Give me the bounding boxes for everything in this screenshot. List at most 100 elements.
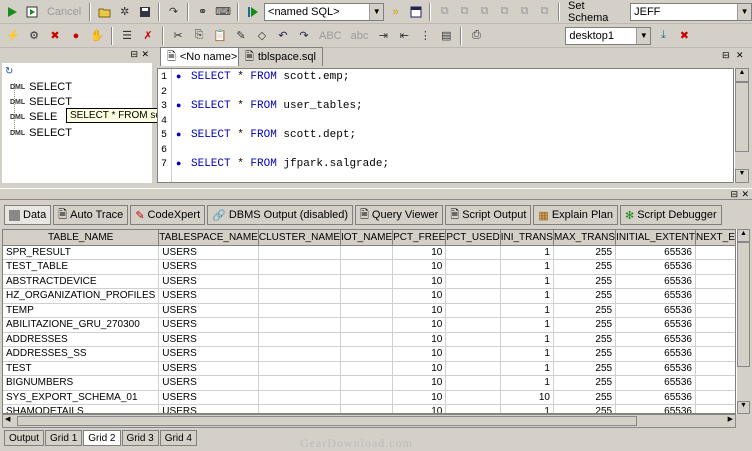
- table-cell[interactable]: [695, 375, 735, 391]
- tab-codexpert[interactable]: ✎ CodeXpert: [130, 205, 206, 225]
- tab-query-viewer[interactable]: 🗎 Query Viewer: [355, 205, 444, 225]
- tab-grid-4[interactable]: Grid 4: [159, 430, 197, 446]
- table-cell[interactable]: 255: [553, 390, 617, 405]
- table-cell[interactable]: [258, 259, 342, 275]
- table-cell[interactable]: 10: [392, 245, 447, 260]
- table-cell[interactable]: [258, 375, 342, 391]
- table-cell[interactable]: 1: [500, 274, 554, 289]
- table-cell[interactable]: [445, 245, 501, 260]
- list-icon[interactable]: ☰: [118, 27, 136, 45]
- table-cell[interactable]: 255: [553, 361, 617, 376]
- table-cell[interactable]: 1: [500, 259, 554, 275]
- table-cell[interactable]: [258, 245, 342, 260]
- scroll-left-icon[interactable]: ◀: [5, 415, 10, 423]
- table-cell[interactable]: [340, 361, 394, 376]
- chevron-down-icon[interactable]: ▼: [369, 3, 384, 20]
- outdent-icon[interactable]: ⇤: [395, 27, 413, 45]
- table-cell[interactable]: USERS: [158, 332, 259, 347]
- tab-output[interactable]: Output: [4, 430, 45, 446]
- table-cell[interactable]: [445, 259, 501, 275]
- sql-icon[interactable]: ▤: [437, 27, 455, 45]
- table-cell[interactable]: [695, 390, 735, 405]
- table-cell[interactable]: TEST_TABLE: [3, 259, 160, 275]
- indent-icon[interactable]: ⇥: [374, 27, 392, 45]
- table-cell[interactable]: [445, 404, 501, 413]
- table-cell[interactable]: 1: [500, 375, 554, 391]
- tab-tblspace[interactable]: 🗎 tblspace.sql: [238, 47, 323, 66]
- table-cell[interactable]: [445, 332, 501, 347]
- table-row[interactable]: SYS_EXPORT_SCHEMA_01 USERS 10 10 255 65536: [3, 390, 735, 405]
- connect-icon[interactable]: ⚙: [25, 27, 43, 45]
- table-cell[interactable]: [340, 303, 394, 318]
- table-cell[interactable]: [258, 390, 342, 405]
- uppercase-button[interactable]: ABC: [316, 30, 345, 42]
- close-icon[interactable]: ✕: [141, 49, 149, 60]
- redo-icon[interactable]: ↷: [165, 3, 182, 21]
- column-header[interactable]: TABLE_NAME: [3, 230, 160, 246]
- pin-icon[interactable]: ⊟: [722, 50, 730, 61]
- table-cell[interactable]: [340, 288, 394, 304]
- table-cell[interactable]: [340, 375, 394, 391]
- cut-icon[interactable]: ✂: [169, 27, 187, 45]
- table-cell[interactable]: [695, 346, 735, 362]
- table-cell[interactable]: [340, 245, 394, 260]
- table-cell[interactable]: [340, 274, 394, 289]
- table-cell[interactable]: 255: [553, 288, 617, 304]
- table-cell[interactable]: [695, 404, 735, 413]
- window-icon[interactable]: [407, 3, 424, 21]
- save-desktop-icon[interactable]: ⤓: [654, 27, 672, 45]
- tab-no-name[interactable]: 🗎 <No name>: [160, 47, 245, 66]
- table-cell[interactable]: [340, 346, 394, 362]
- table-cell[interactable]: [445, 346, 501, 362]
- table-row[interactable]: ADDRESSES USERS 10 1 255 65536: [3, 332, 735, 347]
- table-cell[interactable]: TEMP: [3, 303, 160, 318]
- close-icon[interactable]: ✕: [741, 189, 749, 200]
- table-cell[interactable]: [258, 361, 342, 376]
- table-cell[interactable]: 1: [500, 245, 554, 260]
- table-cell[interactable]: 65536: [615, 375, 696, 391]
- table-cell[interactable]: USERS: [158, 404, 259, 413]
- tree-item[interactable]: DML SELECT: [10, 96, 72, 108]
- format-icon[interactable]: ⌨: [214, 3, 232, 21]
- table-cell[interactable]: USERS: [158, 259, 259, 275]
- table-cell[interactable]: [695, 274, 735, 289]
- tab-grid-2[interactable]: Grid 2: [83, 430, 121, 446]
- column-header[interactable]: CLUSTER_NAME: [258, 230, 342, 246]
- binoculars-icon[interactable]: ⚭: [194, 3, 211, 21]
- schema-combo[interactable]: JEFF ▼: [630, 2, 752, 21]
- table-cell[interactable]: TEST: [3, 361, 160, 376]
- copy-icon[interactable]: ⎘: [190, 27, 208, 45]
- copy2-icon[interactable]: ⧉: [456, 3, 473, 21]
- table-cell[interactable]: [695, 361, 735, 376]
- copy3-icon[interactable]: ⧉: [476, 3, 493, 21]
- table-cell[interactable]: 10: [392, 303, 447, 318]
- table-cell[interactable]: 65536: [615, 346, 696, 362]
- table-cell[interactable]: [445, 361, 501, 376]
- table-cell[interactable]: 65536: [615, 332, 696, 347]
- table-cell[interactable]: [695, 317, 735, 333]
- tab-dbms-output[interactable]: 🔗 DBMS Output (disabled): [207, 205, 354, 225]
- tab-data[interactable]: Data: [4, 205, 52, 225]
- table-row[interactable]: ABSTRACTDEVICE USERS 10 1 255 65536: [3, 274, 735, 289]
- table-cell[interactable]: 65536: [615, 245, 696, 260]
- table-cell[interactable]: [258, 332, 342, 347]
- table-cell[interactable]: 65536: [615, 303, 696, 318]
- editor-scrollbar[interactable]: ▲ ▼: [734, 68, 749, 183]
- table-cell[interactable]: USERS: [158, 288, 259, 304]
- scroll-right-icon[interactable]: ▶: [728, 415, 733, 423]
- table-cell[interactable]: 1: [500, 404, 554, 413]
- execute-script-icon[interactable]: [24, 3, 41, 21]
- column-header[interactable]: NEXT_EXTENT: [695, 230, 735, 246]
- tab-script-debugger[interactable]: ✻ Script Debugger: [619, 205, 722, 225]
- delete-icon[interactable]: ✗: [139, 27, 157, 45]
- column-header[interactable]: INITIAL_EXTENT: [615, 230, 696, 246]
- table-cell[interactable]: 65536: [615, 361, 696, 376]
- column-header[interactable]: IOT_NAME: [340, 230, 394, 246]
- print-icon[interactable]: ⎙: [467, 27, 485, 45]
- table-cell[interactable]: [340, 259, 394, 275]
- table-cell[interactable]: 1: [500, 303, 554, 318]
- redo-icon[interactable]: ↷: [295, 27, 313, 45]
- table-cell[interactable]: USERS: [158, 317, 259, 333]
- chevron-down-icon[interactable]: ▼: [737, 3, 752, 20]
- open-folder-icon[interactable]: [96, 3, 113, 21]
